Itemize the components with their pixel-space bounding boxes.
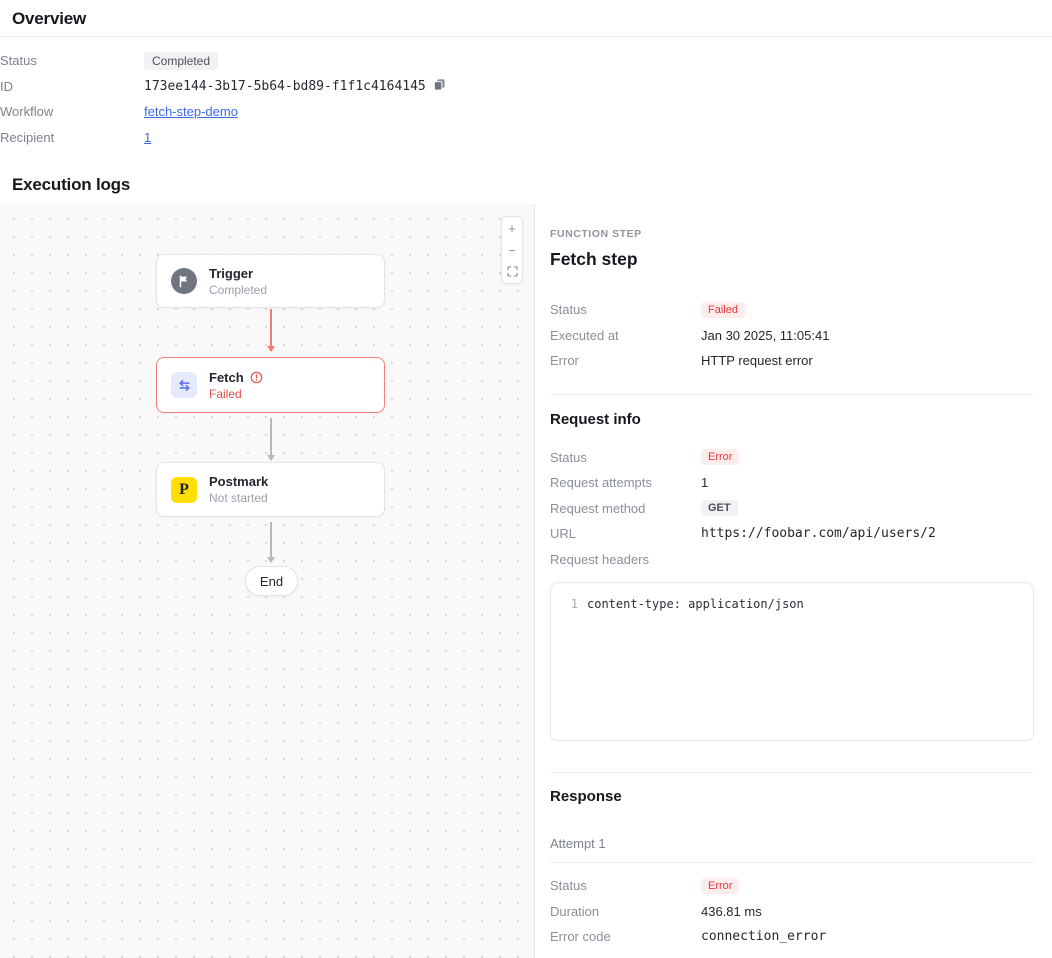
node-trigger-title: Trigger bbox=[209, 266, 267, 281]
node-end: End bbox=[245, 566, 298, 596]
workflow-canvas[interactable]: Trigger Completed Fetch Failed bbox=[0, 204, 535, 958]
edge-trigger-fetch bbox=[270, 309, 272, 351]
duration-label: Duration bbox=[550, 904, 701, 919]
recipient-label: Recipient bbox=[0, 130, 144, 145]
response-title: Response bbox=[550, 788, 1034, 805]
overview-title: Overview bbox=[12, 0, 1040, 36]
workflow-link[interactable]: fetch-step-demo bbox=[144, 104, 238, 119]
response-divider bbox=[550, 772, 1034, 773]
copy-id-button[interactable] bbox=[433, 78, 446, 94]
request-headers-label: Request headers bbox=[550, 552, 701, 567]
fit-view-button[interactable] bbox=[502, 261, 522, 283]
attempt-divider bbox=[550, 862, 1034, 863]
id-value: 173ee144-3b17-5b64-bd89-f1f1c4164145 bbox=[144, 79, 426, 94]
node-postmark-status: Not started bbox=[209, 491, 268, 505]
canvas-controls: + − bbox=[501, 216, 523, 284]
executed-at-label: Executed at bbox=[550, 328, 701, 343]
code-line-content: content-type: application/json bbox=[587, 596, 804, 613]
swap-arrows-icon bbox=[171, 372, 197, 398]
node-postmark[interactable]: P Postmark Not started bbox=[156, 462, 385, 517]
node-postmark-title: Postmark bbox=[209, 474, 268, 489]
code-line: 1 content-type: application/json bbox=[551, 596, 1033, 613]
request-status-label: Status bbox=[550, 450, 701, 465]
copy-icon bbox=[433, 78, 446, 94]
error-code-label: Error code bbox=[550, 929, 701, 944]
edge-postmark-end bbox=[270, 522, 272, 562]
request-info-divider bbox=[550, 394, 1034, 395]
workflow-label: Workflow bbox=[0, 104, 144, 119]
id-label: ID bbox=[0, 79, 144, 94]
edge-fetch-postmark bbox=[270, 418, 272, 460]
step-status-badge: Failed bbox=[701, 302, 745, 318]
zoom-in-button[interactable]: + bbox=[502, 217, 522, 239]
node-fetch-status: Failed bbox=[209, 387, 263, 401]
node-trigger[interactable]: Trigger Completed bbox=[156, 254, 385, 308]
request-method-badge: GET bbox=[701, 500, 738, 516]
response-status-badge: Error bbox=[701, 878, 739, 894]
recipient-link[interactable]: 1 bbox=[144, 130, 151, 145]
overview-workflow-row: Workflow fetch-step-demo bbox=[0, 99, 1052, 125]
overview-id-row: ID 173ee144-3b17-5b64-bd89-f1f1c4164145 bbox=[0, 74, 1052, 100]
step-error-label: Error bbox=[550, 353, 701, 368]
attempt-label: Attempt 1 bbox=[550, 836, 1034, 851]
step-error-value: HTTP request error bbox=[701, 353, 813, 368]
status-badge: Completed bbox=[144, 52, 218, 70]
node-trigger-status: Completed bbox=[209, 283, 267, 297]
node-fetch[interactable]: Fetch Failed bbox=[156, 357, 385, 413]
request-headers-code-block[interactable]: 1 content-type: application/json bbox=[550, 582, 1034, 741]
executed-at-value: Jan 30 2025, 11:05:41 bbox=[701, 328, 829, 343]
error-code-value: connection_error bbox=[701, 929, 826, 944]
response-status-label: Status bbox=[550, 878, 701, 893]
postmark-p-icon: P bbox=[171, 477, 197, 503]
execution-logs-panel: Trigger Completed Fetch Failed bbox=[0, 204, 1052, 958]
step-status-label: Status bbox=[550, 302, 701, 317]
code-line-number: 1 bbox=[551, 596, 587, 613]
request-attempts-label: Request attempts bbox=[550, 475, 701, 490]
request-method-label: Request method bbox=[550, 501, 701, 516]
fit-view-icon bbox=[507, 265, 518, 280]
overview-fields: Status Completed ID 173ee144-3b17-5b64-b… bbox=[0, 37, 1052, 150]
request-attempts-value: 1 bbox=[701, 475, 708, 490]
request-status-badge: Error bbox=[701, 449, 739, 465]
step-type-eyebrow: FUNCTION STEP bbox=[550, 228, 1034, 240]
overview-status-row: Status Completed bbox=[0, 48, 1052, 74]
step-title: Fetch step bbox=[550, 249, 1034, 270]
request-info-title: Request info bbox=[550, 411, 1034, 428]
error-warning-icon bbox=[250, 371, 263, 384]
flag-icon bbox=[171, 268, 197, 294]
node-fetch-title: Fetch bbox=[209, 370, 244, 385]
step-details-panel: FUNCTION STEP Fetch step Status Failed E… bbox=[535, 204, 1052, 958]
request-url-value: https://foobar.com/api/users/2 bbox=[701, 526, 936, 541]
request-url-label: URL bbox=[550, 526, 701, 541]
overview-recipient-row: Recipient 1 bbox=[0, 125, 1052, 151]
zoom-out-button[interactable]: − bbox=[502, 239, 522, 261]
duration-value: 436.81 ms bbox=[701, 904, 762, 919]
execution-logs-title: Execution logs bbox=[12, 175, 1040, 204]
status-label: Status bbox=[0, 53, 144, 68]
